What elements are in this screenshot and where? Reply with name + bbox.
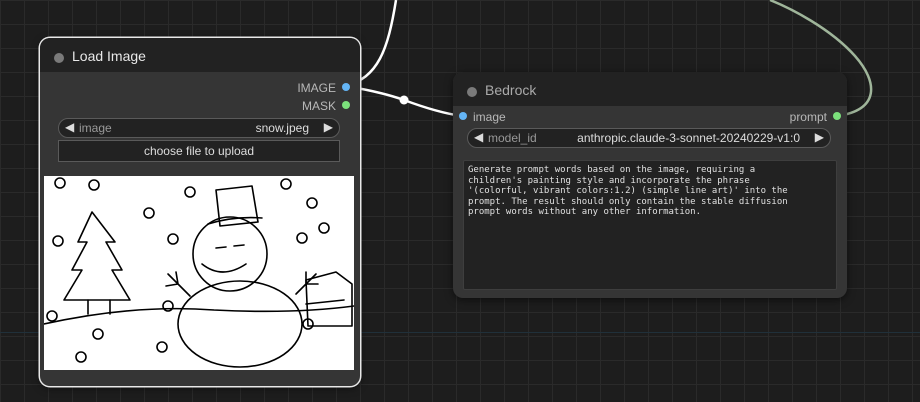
node-status-dot-icon[interactable]	[467, 87, 477, 97]
output-mask-slot[interactable]	[342, 101, 350, 109]
load-image-node[interactable]: Load Image IMAGE MASK ◀ image snow.jpeg …	[40, 38, 360, 386]
arrow-left-icon[interactable]: ◀	[65, 120, 74, 134]
load-image-header[interactable]: Load Image	[40, 38, 360, 72]
bedrock-node[interactable]: Bedrock image prompt ◀ model_id anthropi…	[453, 72, 847, 298]
link-midpoint-handle	[399, 95, 409, 105]
arrow-right-icon[interactable]: ▶	[324, 120, 333, 134]
node-title: Bedrock	[485, 82, 537, 98]
output-prompt-slot[interactable]	[833, 112, 841, 120]
model-id-combo-widget[interactable]: ◀ model_id anthropic.claude-3-sonnet-202…	[467, 128, 831, 148]
arrow-right-icon[interactable]: ▶	[815, 130, 824, 144]
bedrock-header[interactable]: Bedrock	[453, 72, 847, 106]
arrow-left-icon[interactable]: ◀	[474, 130, 483, 144]
widget-label: image	[79, 121, 112, 135]
widget-value: snow.jpeg	[255, 121, 309, 135]
input-image-label: image	[473, 110, 506, 124]
prompt-textarea[interactable]: Generate prompt words based on the image…	[463, 160, 837, 290]
output-image-label: IMAGE	[297, 81, 336, 95]
link-image-output-to-bedrock-input	[344, 84, 463, 118]
input-image-slot[interactable]	[459, 112, 467, 120]
image-combo-widget[interactable]: ◀ image snow.jpeg ▶	[58, 118, 340, 138]
node-status-dot-icon[interactable]	[54, 53, 64, 63]
widget-value: anthropic.claude-3-sonnet-20240229-v1:0	[577, 131, 800, 145]
node-title: Load Image	[72, 48, 146, 64]
output-prompt-label: prompt	[789, 110, 827, 124]
output-image-slot[interactable]	[342, 83, 350, 91]
snowman-drawing	[43, 177, 355, 368]
widget-label: model_id	[488, 131, 537, 145]
image-preview	[43, 176, 355, 370]
output-mask-label: MASK	[301, 99, 336, 113]
upload-button[interactable]: choose file to upload	[58, 140, 340, 162]
